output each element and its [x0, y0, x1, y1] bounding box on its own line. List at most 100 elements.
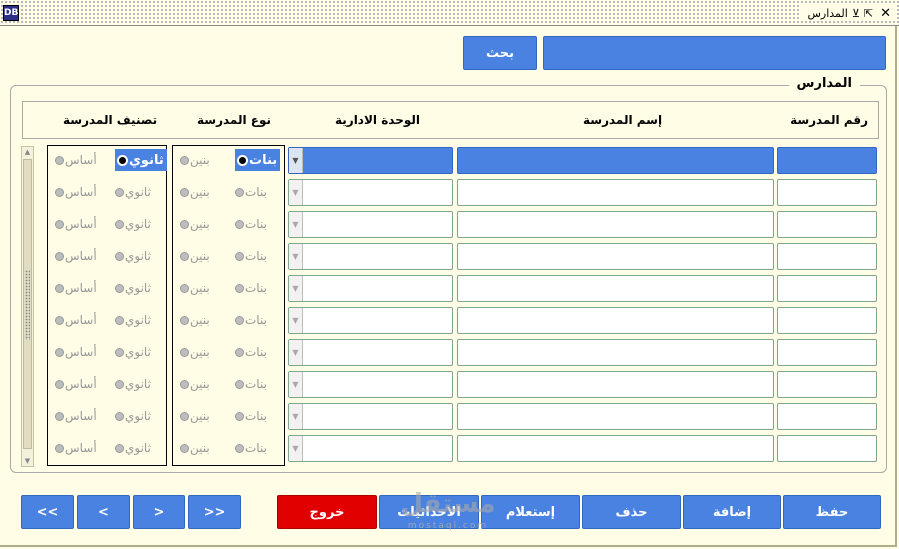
classification-option-2[interactable]: أساس — [55, 181, 97, 203]
radio-button-icon[interactable] — [235, 219, 244, 229]
radio-button-icon[interactable] — [235, 251, 244, 261]
chevron-down-icon[interactable]: ▼ — [289, 436, 303, 461]
type-option-2[interactable]: بنين — [180, 405, 210, 427]
scrollbar-thumb[interactable] — [23, 159, 32, 449]
classification-option-2[interactable]: أساس — [55, 309, 97, 331]
classification-option-2[interactable]: أساس — [55, 373, 97, 395]
classification-option-2[interactable]: أساس — [55, 405, 97, 427]
chevron-down-icon[interactable]: ▼ — [289, 308, 303, 333]
classification-option-2[interactable]: أساس — [55, 245, 97, 267]
chevron-down-icon[interactable]: ▼ — [289, 340, 303, 365]
admin-unit-combo[interactable]: ▼ — [288, 307, 453, 334]
radio-button-icon[interactable] — [115, 379, 124, 389]
radio-button-icon[interactable] — [115, 251, 124, 261]
radio-button-icon[interactable] — [115, 283, 124, 293]
classification-option-1[interactable]: ثانوي — [115, 213, 151, 235]
radio-button-icon[interactable] — [180, 411, 189, 421]
radio-button-icon[interactable] — [180, 219, 189, 229]
radio-button-icon[interactable] — [55, 155, 64, 165]
admin-unit-combo[interactable]: ▼ — [288, 403, 453, 430]
radio-button-icon[interactable] — [55, 187, 64, 197]
classification-option-2[interactable]: أساس — [55, 437, 97, 459]
add-button[interactable]: إضافة — [683, 495, 781, 529]
type-option-1[interactable]: بنات — [235, 309, 267, 331]
admin-unit-combo[interactable]: ▼ — [288, 275, 453, 302]
type-option-2[interactable]: بنين — [180, 437, 210, 459]
radio-button-icon[interactable] — [55, 411, 64, 421]
radio-button-icon[interactable] — [55, 251, 64, 261]
classification-option-2[interactable]: أساس — [55, 213, 97, 235]
radio-button-icon[interactable] — [180, 251, 189, 261]
type-option-2[interactable]: بنين — [180, 341, 210, 363]
save-button[interactable]: حفظ — [783, 495, 881, 529]
school-number-field[interactable] — [777, 243, 877, 270]
radio-button-icon[interactable] — [235, 283, 244, 293]
type-option-1[interactable]: بنات — [235, 149, 281, 171]
type-option-2[interactable]: بنين — [180, 309, 210, 331]
type-option-1[interactable]: بنات — [235, 373, 267, 395]
school-number-field[interactable] — [777, 435, 877, 462]
type-option-1[interactable]: بنات — [235, 213, 267, 235]
classification-option-1[interactable]: ثانوي — [115, 373, 151, 395]
radio-button-icon[interactable] — [180, 283, 189, 293]
radio-button-icon[interactable] — [115, 219, 124, 229]
radio-button-icon[interactable] — [55, 283, 64, 293]
radio-button-icon[interactable] — [235, 347, 244, 357]
radio-button-icon[interactable] — [115, 315, 124, 325]
classification-option-2[interactable]: أساس — [55, 341, 97, 363]
type-option-1[interactable]: بنات — [235, 341, 267, 363]
radio-button-icon[interactable] — [115, 187, 124, 197]
radio-button-icon[interactable] — [55, 315, 64, 325]
type-option-2[interactable]: بنين — [180, 277, 210, 299]
classification-option-2[interactable]: أساس — [55, 149, 97, 171]
school-name-field[interactable] — [457, 435, 774, 462]
type-option-2[interactable]: بنين — [180, 213, 210, 235]
chevron-down-icon[interactable]: ▼ — [289, 148, 303, 173]
chevron-down-icon[interactable]: ▼ — [289, 276, 303, 301]
next-record-button[interactable]: > — [133, 495, 185, 529]
radio-button-icon[interactable] — [237, 154, 248, 166]
radio-button-icon[interactable] — [117, 154, 128, 166]
classification-option-1[interactable]: ثانوي — [115, 341, 151, 363]
chevron-down-icon[interactable]: ▼ — [289, 404, 303, 429]
chevron-down-icon[interactable]: ▼ — [289, 180, 303, 205]
admin-unit-combo[interactable]: ▼ — [288, 211, 453, 238]
radio-button-icon[interactable] — [115, 443, 124, 453]
classification-option-2[interactable]: أساس — [55, 277, 97, 299]
radio-button-icon[interactable] — [55, 347, 64, 357]
first-record-button[interactable]: >> — [188, 495, 241, 529]
admin-unit-combo[interactable]: ▼ — [288, 179, 453, 206]
school-number-field[interactable] — [777, 371, 877, 398]
admin-unit-combo[interactable]: ▼ — [288, 243, 453, 270]
search-input[interactable] — [543, 36, 886, 70]
classification-option-1[interactable]: ثانوي — [115, 245, 151, 267]
query-button[interactable]: إستعلام — [481, 495, 580, 529]
radio-button-icon[interactable] — [235, 411, 244, 421]
admin-unit-combo[interactable]: ▼ — [288, 371, 453, 398]
classification-option-1[interactable]: ثانوي — [115, 437, 151, 459]
admin-unit-combo[interactable]: ▼ — [288, 147, 453, 174]
school-name-field[interactable] — [457, 179, 774, 206]
type-option-1[interactable]: بنات — [235, 405, 267, 427]
classification-option-1[interactable]: ثانوي — [115, 405, 151, 427]
previous-record-button[interactable]: < — [77, 495, 130, 529]
school-number-field[interactable] — [777, 339, 877, 366]
type-option-2[interactable]: بنين — [180, 245, 210, 267]
radio-button-icon[interactable] — [235, 187, 244, 197]
admin-unit-combo[interactable]: ▼ — [288, 435, 453, 462]
admin-unit-combo[interactable]: ▼ — [288, 339, 453, 366]
school-number-field[interactable] — [777, 211, 877, 238]
school-number-field[interactable] — [777, 147, 877, 174]
school-name-field[interactable] — [457, 339, 774, 366]
type-option-1[interactable]: بنات — [235, 437, 267, 459]
radio-button-icon[interactable] — [180, 443, 189, 453]
school-name-field[interactable] — [457, 243, 774, 270]
radio-button-icon[interactable] — [180, 315, 189, 325]
exit-button[interactable]: خروج — [277, 495, 377, 529]
records-scrollbar[interactable]: ▲ ▼ — [21, 146, 34, 467]
radio-button-icon[interactable] — [235, 443, 244, 453]
school-number-field[interactable] — [777, 179, 877, 206]
chevron-down-icon[interactable]: ▼ — [289, 372, 303, 397]
radio-button-icon[interactable] — [180, 155, 189, 165]
search-button[interactable]: بحث — [463, 36, 537, 70]
